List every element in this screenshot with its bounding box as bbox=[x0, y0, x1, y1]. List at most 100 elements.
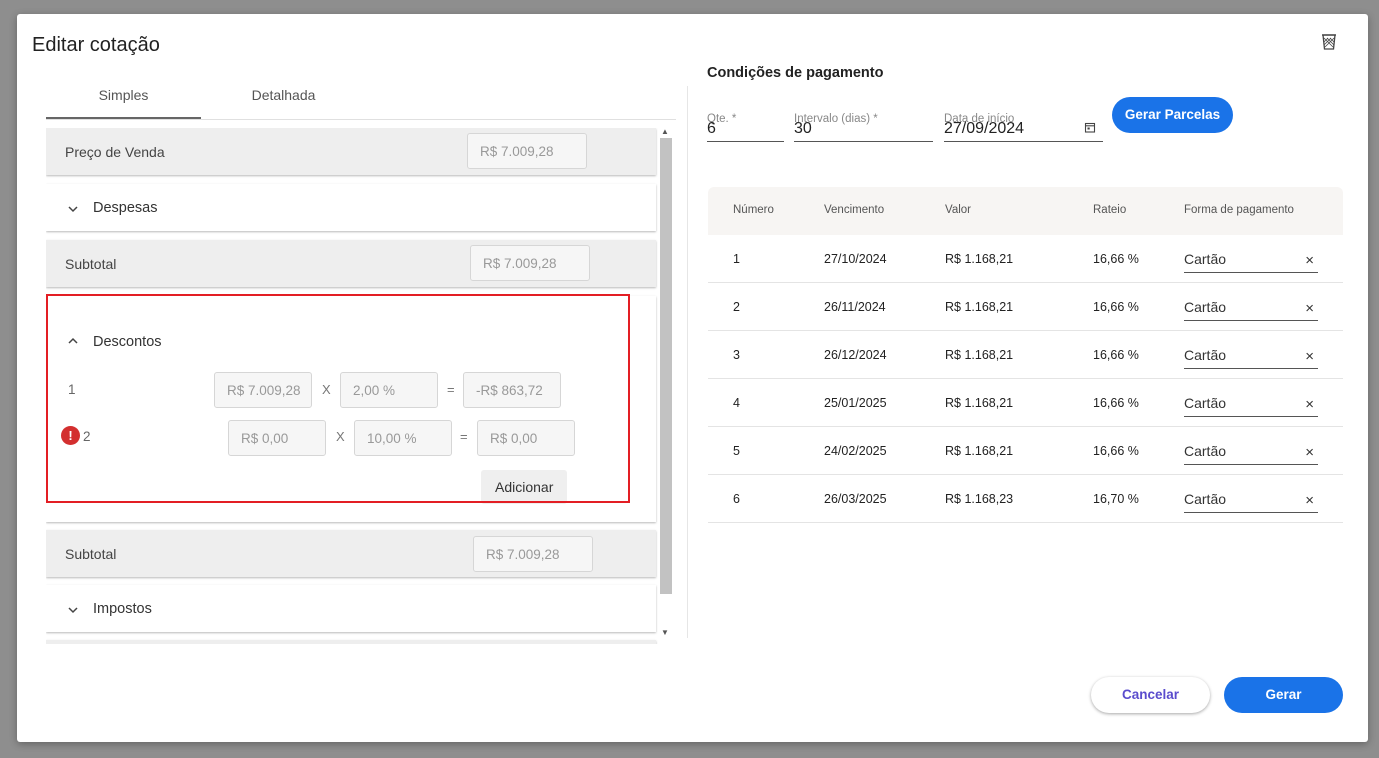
total-row-partial bbox=[46, 640, 656, 644]
header-rateio: Rateio bbox=[1093, 204, 1127, 216]
table-header: Número Vencimento Valor Rateio Forma de … bbox=[708, 187, 1343, 235]
cell-vencimento: 26/03/2025 bbox=[824, 492, 887, 506]
taxes-title: Impostos bbox=[93, 601, 152, 617]
payment-method-value: Cartão bbox=[1184, 347, 1227, 363]
quantity-field[interactable]: Qte. * 6 bbox=[707, 113, 784, 142]
cell-valor: R$ 1.168,21 bbox=[945, 252, 1014, 266]
interval-value: 30 bbox=[794, 120, 812, 137]
subtotal-label: Subtotal bbox=[65, 546, 117, 562]
close-icon[interactable]: × bbox=[1305, 493, 1314, 508]
payment-method-value: Cartão bbox=[1184, 395, 1227, 411]
discount-base-field[interactable]: R$ 0,00 bbox=[228, 420, 326, 456]
discount-percent-field[interactable]: 10,00 % bbox=[354, 420, 452, 456]
payment-method-select[interactable]: Cartão × bbox=[1184, 293, 1318, 321]
add-discount-button[interactable]: Adicionar bbox=[481, 470, 568, 504]
payment-method-select[interactable]: Cartão × bbox=[1184, 485, 1318, 513]
cell-vencimento: 26/12/2024 bbox=[824, 348, 887, 362]
cell-vencimento: 25/01/2025 bbox=[824, 396, 887, 410]
table-row: 2 26/11/2024 R$ 1.168,21 16,66 % Cartão × bbox=[708, 283, 1343, 331]
subtotal-field-2[interactable]: R$ 7.009,28 bbox=[473, 536, 593, 572]
discount-result-field: -R$ 863,72 bbox=[463, 372, 561, 408]
panel-divider bbox=[687, 86, 688, 638]
discount-result-field: R$ 0,00 bbox=[477, 420, 575, 456]
payment-method-select[interactable]: Cartão × bbox=[1184, 245, 1318, 273]
cancel-button[interactable]: Cancelar bbox=[1091, 677, 1210, 713]
table-body: 1 27/10/2024 R$ 1.168,21 16,66 % Cartão × 2 26/… bbox=[708, 235, 1343, 523]
cell-numero: 6 bbox=[733, 492, 740, 506]
cell-valor: R$ 1.168,21 bbox=[945, 300, 1014, 314]
cell-numero: 2 bbox=[733, 300, 740, 314]
cell-valor: R$ 1.168,21 bbox=[945, 444, 1014, 458]
cell-rateio: 16,70 % bbox=[1093, 492, 1139, 506]
close-icon[interactable]: × bbox=[1305, 397, 1314, 412]
cell-valor: R$ 1.168,21 bbox=[945, 348, 1014, 362]
cell-numero: 1 bbox=[733, 252, 740, 266]
multiply-symbol: X bbox=[336, 429, 345, 444]
expenses-title: Despesas bbox=[93, 200, 158, 216]
chevron-down-icon bbox=[68, 206, 78, 213]
multiply-symbol: X bbox=[322, 382, 331, 397]
trash-icon[interactable] bbox=[1318, 30, 1340, 52]
equals-symbol: = bbox=[460, 429, 468, 444]
close-icon[interactable]: × bbox=[1305, 301, 1314, 316]
close-icon[interactable]: × bbox=[1305, 253, 1314, 268]
payment-method-select[interactable]: Cartão × bbox=[1184, 389, 1318, 417]
generate-installments-button[interactable]: Gerar Parcelas bbox=[1112, 97, 1233, 133]
scroll-up-arrow[interactable]: ▲ bbox=[661, 127, 669, 136]
equals-symbol: = bbox=[447, 382, 455, 397]
subtotal-field-1[interactable]: R$ 7.009,28 bbox=[470, 245, 590, 281]
close-icon[interactable]: × bbox=[1305, 349, 1314, 364]
sale-price-field[interactable]: R$ 7.009,28 bbox=[467, 133, 587, 169]
generate-button[interactable]: Gerar bbox=[1224, 677, 1343, 713]
taxes-accordion[interactable]: Impostos bbox=[46, 585, 656, 632]
scroll-down-arrow[interactable]: ▼ bbox=[661, 628, 669, 637]
scroll-thumb[interactable] bbox=[660, 138, 672, 594]
tab-simples[interactable]: Simples bbox=[46, 86, 201, 119]
cell-numero: 5 bbox=[733, 444, 740, 458]
cell-valor: R$ 1.168,23 bbox=[945, 492, 1014, 506]
expenses-accordion[interactable]: Despesas bbox=[46, 184, 656, 231]
price-breakdown-panel: Preço de Venda R$ 7.009,28 Despesas Subt… bbox=[46, 128, 658, 644]
table-row: 1 27/10/2024 R$ 1.168,21 16,66 % Cartão × bbox=[708, 235, 1343, 283]
discount-number: 2 bbox=[83, 429, 91, 444]
discounts-title[interactable]: Descontos bbox=[93, 334, 162, 350]
cell-vencimento: 27/10/2024 bbox=[824, 252, 887, 266]
quantity-value: 6 bbox=[707, 120, 716, 137]
discounts-accordion: Descontos 1 R$ 7.009,28 X 2,00 % = -R$ 8… bbox=[46, 296, 656, 522]
sale-price-label: Preço de Venda bbox=[65, 144, 165, 160]
chevron-down-icon bbox=[68, 607, 78, 614]
subtotal-label: Subtotal bbox=[65, 256, 117, 272]
discount-base-field[interactable]: R$ 7.009,28 bbox=[214, 372, 312, 408]
cell-vencimento: 26/11/2024 bbox=[824, 300, 886, 314]
header-valor: Valor bbox=[945, 204, 971, 216]
tab-bar: Simples Detalhada bbox=[46, 86, 676, 120]
cell-valor: R$ 1.168,21 bbox=[945, 396, 1014, 410]
installments-table: Número Vencimento Valor Rateio Forma de … bbox=[708, 187, 1343, 523]
payment-method-value: Cartão bbox=[1184, 443, 1227, 459]
discount-percent-field[interactable]: 2,00 % bbox=[340, 372, 438, 408]
interval-field[interactable]: Intervalo (dias) * 30 bbox=[794, 113, 933, 142]
discount-number: 1 bbox=[68, 382, 76, 397]
cell-rateio: 16,66 % bbox=[1093, 396, 1139, 410]
cell-vencimento: 24/02/2025 bbox=[824, 444, 887, 458]
tab-detalhada[interactable]: Detalhada bbox=[206, 86, 361, 119]
cell-numero: 3 bbox=[733, 348, 740, 362]
table-row: 4 25/01/2025 R$ 1.168,21 16,66 % Cartão × bbox=[708, 379, 1343, 427]
subtotal-row-1: Subtotal R$ 7.009,28 bbox=[46, 240, 656, 287]
start-date-field[interactable]: Data de início 27/09/2024 bbox=[944, 113, 1103, 142]
left-scrollbar[interactable]: ▲ ▼ bbox=[658, 127, 672, 644]
cell-numero: 4 bbox=[733, 396, 740, 410]
dialog-title: Editar cotação bbox=[32, 34, 160, 56]
calendar-icon[interactable] bbox=[1084, 121, 1096, 133]
payment-method-select[interactable]: Cartão × bbox=[1184, 341, 1318, 369]
error-icon: ! bbox=[61, 426, 80, 445]
cell-rateio: 16,66 % bbox=[1093, 444, 1139, 458]
payment-method-select[interactable]: Cartão × bbox=[1184, 437, 1318, 465]
edit-quote-dialog: Editar cotação Simples Detalhada Preço d… bbox=[17, 14, 1368, 742]
chevron-up-icon[interactable] bbox=[66, 334, 80, 348]
payment-method-value: Cartão bbox=[1184, 251, 1227, 267]
subtotal-row-2: Subtotal R$ 7.009,28 bbox=[46, 530, 656, 577]
close-icon[interactable]: × bbox=[1305, 445, 1314, 460]
cell-rateio: 16,66 % bbox=[1093, 348, 1139, 362]
start-date-value: 27/09/2024 bbox=[944, 120, 1025, 137]
